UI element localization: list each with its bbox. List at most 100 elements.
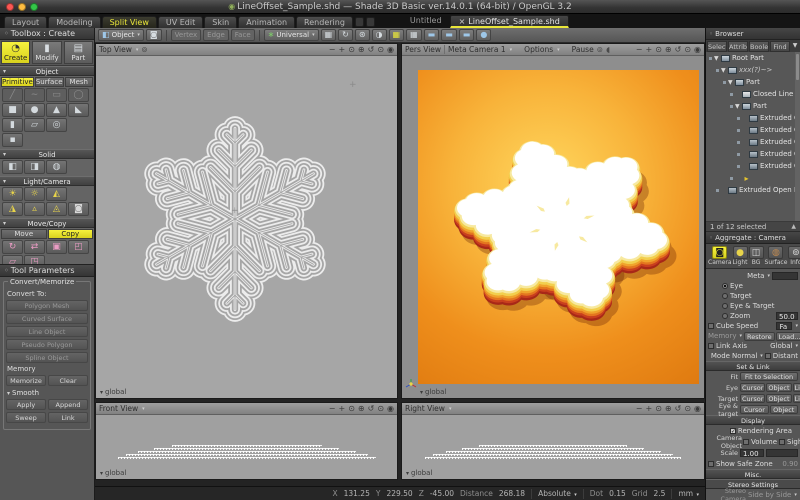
- camera-tool-button[interactable]: ◙: [146, 29, 162, 41]
- eye-cursor-button[interactable]: Cursor: [740, 383, 765, 392]
- options-menu[interactable]: Options: [524, 45, 553, 54]
- zoom-in-icon[interactable]: +: [339, 45, 346, 54]
- rotate-icon[interactable]: ↺: [368, 45, 375, 54]
- visibility-dot-icon[interactable]: [737, 141, 740, 144]
- tree-item-extruded-closed[interactable]: Extruded Closed: [706, 136, 800, 148]
- smooth-apply-button[interactable]: Apply: [6, 399, 46, 410]
- point-light-icon[interactable]: ☀: [2, 187, 23, 201]
- memorize-button[interactable]: Memorize: [6, 375, 46, 386]
- visibility-dot-icon[interactable]: [709, 57, 712, 60]
- aggregate-tab-camera[interactable]: ◙Camera: [708, 245, 732, 267]
- zoom-box-icon[interactable]: ⊙: [684, 45, 691, 54]
- target-link-button[interactable]: Link: [793, 394, 800, 403]
- link-axis-value[interactable]: Global: [770, 342, 792, 350]
- perspective-viewport[interactable]: Pers View Meta Camera 1▾ Options▾ Pause …: [401, 43, 705, 399]
- front-viewport-title[interactable]: Front View: [99, 404, 138, 413]
- misc-header[interactable]: Misc.: [706, 469, 800, 479]
- sphere-primitive-icon[interactable]: ●: [24, 103, 45, 117]
- visibility-dot-icon[interactable]: [716, 69, 719, 72]
- visibility-dot-icon[interactable]: [737, 165, 740, 168]
- scale-copy-icon[interactable]: ◳: [24, 255, 45, 264]
- convert-to-polygon-mesh-button[interactable]: Polygon Mesh: [6, 300, 88, 311]
- fit-fit-to-selection-button[interactable]: Fit to Selection: [740, 372, 798, 381]
- front-viewport[interactable]: Front View▾ −+⊙⊕↺⊙◉ ▾global: [95, 402, 398, 480]
- zoom-value-field[interactable]: 50.0: [776, 312, 798, 320]
- shear-copy-icon[interactable]: ▱: [2, 255, 23, 264]
- visibility-dot-icon[interactable]: [737, 117, 740, 120]
- eye-target-object-button[interactable]: Object: [770, 405, 799, 414]
- tree-scrollbar[interactable]: [795, 52, 800, 221]
- zoom-box-icon[interactable]: ⊙: [684, 404, 691, 413]
- safe-zone-checkbox[interactable]: [708, 461, 714, 467]
- tree-item-extruded-closed[interactable]: Extruded Closed: [706, 148, 800, 160]
- workspace-tab-modeling[interactable]: Modeling: [48, 16, 100, 28]
- mirror-tool-button[interactable]: ◑: [372, 29, 387, 41]
- tree-item-extruded-closed[interactable]: Extruded Closed: [706, 124, 800, 136]
- object-tab-primitive[interactable]: Primitive: [1, 77, 34, 87]
- comment-icon[interactable]: ◖: [606, 45, 610, 54]
- distant-checkbox[interactable]: [765, 353, 771, 359]
- panel-collapse-icon[interactable]: ◦: [4, 266, 9, 275]
- convert-to-pseudo-polygon-button[interactable]: Pseudo Polygon: [6, 339, 88, 350]
- magnify-icon[interactable]: ⊙: [348, 45, 355, 54]
- section-object[interactable]: ▾Object: [0, 66, 94, 76]
- linear-light-icon[interactable]: ▵: [24, 202, 45, 216]
- browser-tab-boolean[interactable]: Boolean: [749, 41, 769, 52]
- workspace-tab-layout[interactable]: Layout: [4, 16, 47, 28]
- tree-item-closed-line[interactable]: Closed Line: [706, 88, 800, 100]
- camera-selector[interactable]: Meta Camera 1: [448, 45, 506, 54]
- rotate-icon[interactable]: ↺: [675, 404, 682, 413]
- aggregate-tab-light[interactable]: ●Light: [733, 245, 748, 267]
- mirror-copy-icon[interactable]: ⇄: [24, 240, 45, 254]
- document-tab-lineoffset-sample-shd[interactable]: ×LineOffset_Sample.shd: [450, 15, 569, 28]
- pan-icon[interactable]: ⊕: [665, 45, 672, 54]
- radio-zoom[interactable]: [722, 313, 728, 319]
- workspace-add-button[interactable]: [355, 17, 364, 27]
- workspace-tab-split-view[interactable]: Split View: [102, 16, 157, 28]
- tree-item-extruded-open-line[interactable]: Extruded Open Line: [706, 184, 800, 196]
- radio-eye[interactable]: [722, 283, 728, 289]
- panel-collapse-icon[interactable]: ◦: [709, 234, 713, 242]
- top-viewport[interactable]: Top View▾ ⊚ −+⊙⊕↺⊙◉ + + ▾global: [95, 43, 398, 399]
- wireframe-view-button[interactable]: ▦: [406, 29, 422, 41]
- cylinder-primitive-icon[interactable]: ▮: [2, 118, 23, 132]
- shaded-view-button[interactable]: ▬: [424, 29, 440, 41]
- magnify-icon[interactable]: ⊙: [655, 45, 662, 54]
- right-axis-mode[interactable]: ▾global: [406, 469, 432, 477]
- aggregate-tab-info[interactable]: ⊚Info: [788, 245, 800, 267]
- distant-light-icon[interactable]: ◭: [46, 187, 67, 201]
- tree-item-part[interactable]: ▼Part: [706, 76, 800, 88]
- pause-button[interactable]: Pause: [572, 45, 594, 54]
- smooth-section[interactable]: ▾Smooth: [7, 389, 87, 397]
- zoom-window-icon[interactable]: [30, 3, 38, 11]
- solid-intersect-icon[interactable]: ◍: [46, 160, 67, 174]
- aggregate-tab-surface[interactable]: ◍Surface: [765, 245, 788, 267]
- expander-icon[interactable]: ▼: [728, 79, 735, 86]
- object-tab-mesh[interactable]: Mesh: [65, 77, 94, 87]
- object-tab-surface[interactable]: Surface: [35, 77, 64, 87]
- camera-view-icon[interactable]: ◉: [387, 404, 394, 413]
- visibility-dot-icon[interactable]: [730, 177, 733, 180]
- object-mode-button[interactable]: ◧ Object▾: [98, 29, 144, 41]
- close-tab-icon[interactable]: ×: [459, 17, 466, 26]
- camera-view-icon[interactable]: ◉: [694, 404, 701, 413]
- four-pane-view-button[interactable]: ▦: [389, 29, 405, 41]
- right-viewport-title[interactable]: Right View: [405, 404, 445, 413]
- area-light-icon[interactable]: ◮: [2, 202, 23, 216]
- tree-item-extruded-closed[interactable]: Extruded Closed: [706, 160, 800, 172]
- toolbox-mode-create[interactable]: ◔Create: [1, 41, 30, 64]
- zoom-out-icon[interactable]: −: [636, 45, 643, 54]
- stereo-camera-dropdown[interactable]: Side by Side: [748, 491, 791, 499]
- pan-icon[interactable]: ⊕: [665, 404, 672, 413]
- document-tab-untitled[interactable]: Untitled: [402, 15, 450, 28]
- box-primitive-icon[interactable]: ■: [2, 103, 23, 117]
- unit-dropdown[interactable]: mm ▾: [678, 489, 699, 498]
- camera-view-icon[interactable]: ◉: [387, 45, 394, 54]
- target-object-button[interactable]: Object: [766, 394, 791, 403]
- tree-item-part[interactable]: ▼Part: [706, 100, 800, 112]
- panel-collapse-icon[interactable]: ◦: [4, 29, 9, 38]
- eye-target-cursor-button[interactable]: Cursor: [740, 405, 769, 414]
- movecopy-tab-move[interactable]: Move: [1, 229, 47, 239]
- visibility-dot-icon[interactable]: [723, 81, 726, 84]
- link-axis-checkbox[interactable]: [708, 343, 714, 349]
